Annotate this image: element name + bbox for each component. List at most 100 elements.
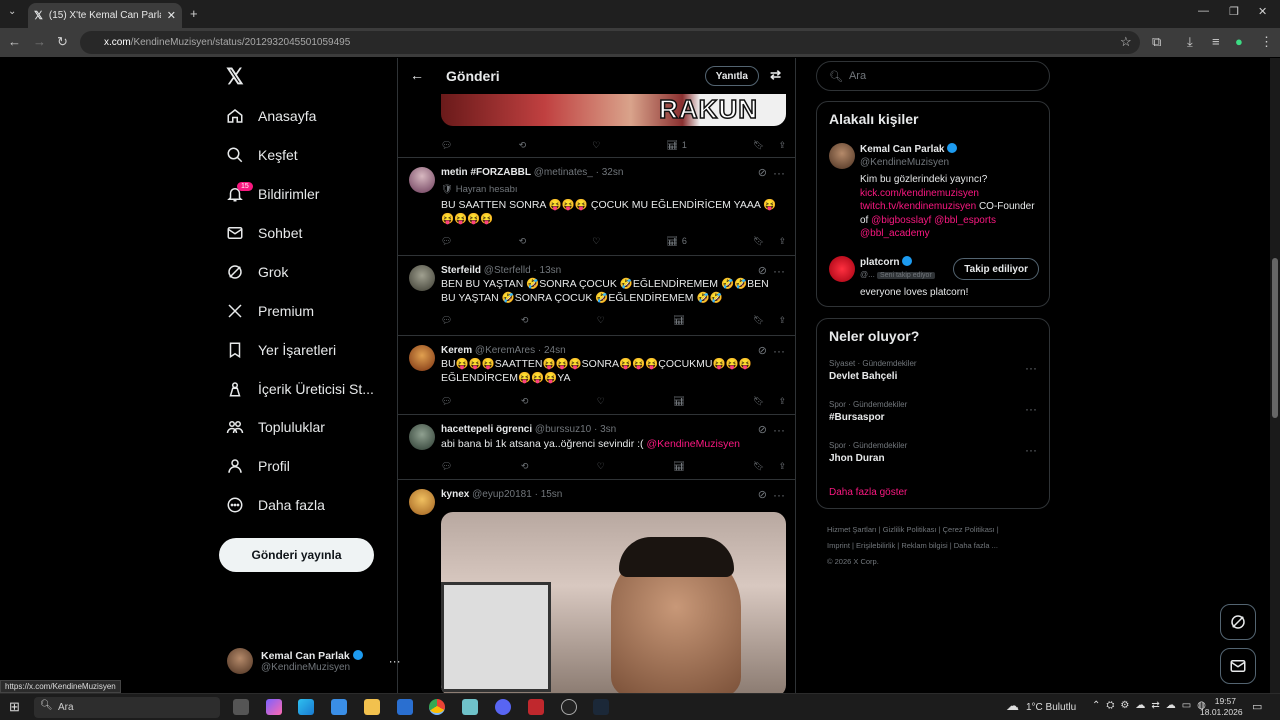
- obs-icon[interactable]: [561, 699, 577, 715]
- nav-bookmarks[interactable]: Yer İşaretleri: [226, 335, 336, 365]
- scrollbar-thumb[interactable]: [1272, 258, 1278, 418]
- bio-mention[interactable]: @bigbosslayf: [871, 215, 931, 226]
- avatar[interactable]: [409, 424, 435, 450]
- more-icon[interactable]: ···: [773, 488, 785, 502]
- profile-icon[interactable]: ●: [1235, 34, 1243, 49]
- mention-link[interactable]: @KendineMuzisyen: [646, 438, 740, 450]
- weather-text[interactable]: 1°C Bulutlu: [1026, 702, 1076, 713]
- app-icon[interactable]: [528, 699, 544, 715]
- address-bar[interactable]: x.com/KendineMuzisyen/status/20129320455…: [80, 31, 1140, 54]
- reading-list-icon[interactable]: ≡: [1212, 34, 1220, 49]
- tweet-video[interactable]: [441, 512, 786, 693]
- footer-link[interactable]: Hizmet Şartları: [827, 525, 877, 534]
- bio-mention[interactable]: @bbl_academy: [860, 228, 930, 239]
- person-name[interactable]: platcorn: [860, 256, 913, 268]
- bookmark-icon[interactable]: 🔖︎: [753, 396, 764, 407]
- author-name[interactable]: Kerem: [441, 345, 472, 356]
- tweet[interactable]: kynex @eyup20181 · 15sn ⊘ ···: [398, 480, 795, 693]
- footer-link[interactable]: Reklam bilgisi: [901, 541, 947, 550]
- trend-more-icon[interactable]: ···: [1025, 402, 1037, 416]
- reply-icon[interactable]: 💬︎: [441, 138, 452, 152]
- chrome-icon[interactable]: [429, 699, 445, 715]
- like-icon[interactable]: ♡: [592, 138, 600, 152]
- task-view-icon[interactable]: [233, 699, 249, 715]
- bookmark-icon[interactable]: 🔖︎: [753, 461, 764, 472]
- author-name[interactable]: Sterfeild: [441, 265, 481, 276]
- filter-icon[interactable]: ⇄: [770, 67, 781, 83]
- views-icon[interactable]: 📊︎: [673, 313, 684, 327]
- person-name[interactable]: Kemal Can Parlak: [860, 143, 958, 155]
- trend-item[interactable]: Spor · Gündemdekiler Jhon Duran: [829, 441, 907, 464]
- store-icon[interactable]: [331, 699, 347, 715]
- views-icon[interactable]: 📊︎ 1: [666, 138, 686, 152]
- page-scrollbar[interactable]: [1270, 58, 1280, 693]
- back-arrow-icon[interactable]: ←: [410, 67, 424, 83]
- more-icon[interactable]: ···: [773, 166, 785, 180]
- nav-communities[interactable]: Topluluklar: [226, 412, 325, 442]
- tweet-time[interactable]: 3sn: [600, 424, 616, 435]
- like-icon[interactable]: ♡: [592, 234, 600, 248]
- tray-icons[interactable]: ⌃⛭⚙☁⇄☁▭◍: [1092, 700, 1212, 711]
- bookmark-icon[interactable]: 🔖︎: [753, 236, 764, 247]
- footer-link[interactable]: Erişilebilirlik: [856, 541, 895, 550]
- grok-fab[interactable]: [1220, 604, 1256, 640]
- share-icon[interactable]: ⇪: [778, 140, 786, 151]
- footer-link[interactable]: Daha fazla ...: [954, 541, 998, 550]
- grok-icon[interactable]: ⊘: [758, 344, 767, 357]
- avatar[interactable]: [409, 167, 435, 193]
- views-icon[interactable]: 📊︎: [673, 459, 684, 473]
- messages-fab[interactable]: [1220, 648, 1256, 684]
- views-icon[interactable]: 📊︎: [673, 394, 684, 408]
- edge-icon[interactable]: [298, 699, 314, 715]
- close-tab-icon[interactable]: ✕: [167, 9, 176, 22]
- explorer-icon[interactable]: [364, 699, 380, 715]
- download-icon[interactable]: ⤓: [1187, 34, 1193, 50]
- tweet-time[interactable]: 13sn: [540, 265, 562, 276]
- following-button[interactable]: Takip ediliyor: [953, 258, 1039, 280]
- retweet-icon[interactable]: ⟲: [519, 138, 527, 152]
- menu-icon[interactable]: ⋮: [1260, 34, 1273, 50]
- reply-sort-button[interactable]: Yanıtla: [704, 66, 759, 86]
- author-handle[interactable]: @KeremAres: [475, 345, 535, 356]
- author-name[interactable]: hacettepeli ögrenci: [441, 424, 532, 435]
- nav-notifications[interactable]: 15 Bildirimler: [226, 179, 319, 209]
- author-handle[interactable]: @Sterfelld: [484, 265, 531, 276]
- notification-center-icon[interactable]: ▭: [1252, 700, 1262, 713]
- new-tab-icon[interactable]: +: [190, 6, 198, 21]
- nav-more[interactable]: Daha fazla: [226, 490, 325, 520]
- share-icon[interactable]: ⇪: [778, 396, 786, 407]
- bio-link[interactable]: twitch.tv/kendinemuzisyen: [860, 201, 976, 212]
- trend-item[interactable]: Spor · Gündemdekiler #Bursaspor: [829, 400, 907, 423]
- share-icon[interactable]: ⇪: [778, 315, 786, 326]
- reply-icon[interactable]: 💬︎: [441, 394, 452, 408]
- reply-icon[interactable]: 💬︎: [441, 313, 452, 327]
- tweet-time[interactable]: 15sn: [541, 489, 563, 500]
- more-icon[interactable]: ···: [773, 264, 785, 278]
- tweet[interactable]: hacettepeli ögrenci @burssuz10 · 3sn abi…: [398, 415, 795, 480]
- grok-icon[interactable]: ⊘: [758, 488, 767, 501]
- grok-icon[interactable]: ⊘: [758, 423, 767, 436]
- views-icon[interactable]: 📊︎ 6: [666, 234, 686, 248]
- author-name[interactable]: kynex: [441, 489, 469, 500]
- nav-chat[interactable]: Sohbet: [226, 218, 302, 248]
- nav-grok[interactable]: Grok: [226, 257, 288, 287]
- maximize-icon[interactable]: ❐: [1229, 5, 1239, 18]
- retweet-icon[interactable]: ⟲: [521, 313, 529, 327]
- taskbar-search[interactable]: 🔍︎ Ara: [34, 697, 220, 718]
- avatar[interactable]: [829, 143, 855, 169]
- tweet-image[interactable]: RAKUN: [441, 94, 786, 126]
- tab-search-icon[interactable]: ⌄: [8, 6, 16, 17]
- forward-icon[interactable]: →: [33, 34, 46, 49]
- more-icon[interactable]: ···: [773, 344, 785, 358]
- nav-creator-studio[interactable]: İçerik Üreticisi St...: [226, 374, 374, 404]
- nav-home[interactable]: Anasayfa: [226, 101, 316, 131]
- nav-premium[interactable]: Premium: [226, 296, 314, 326]
- author-name[interactable]: metin #FORZABBL: [441, 167, 531, 178]
- bio-mention[interactable]: @bbl_esports: [934, 215, 996, 226]
- close-window-icon[interactable]: ✕: [1258, 5, 1267, 18]
- bookmark-icon[interactable]: 🔖︎: [753, 140, 764, 151]
- tweet-time[interactable]: 24sn: [544, 345, 566, 356]
- grok-icon[interactable]: ⊘: [758, 264, 767, 277]
- retweet-icon[interactable]: ⟲: [521, 459, 529, 473]
- author-handle[interactable]: @metinates_: [534, 167, 593, 178]
